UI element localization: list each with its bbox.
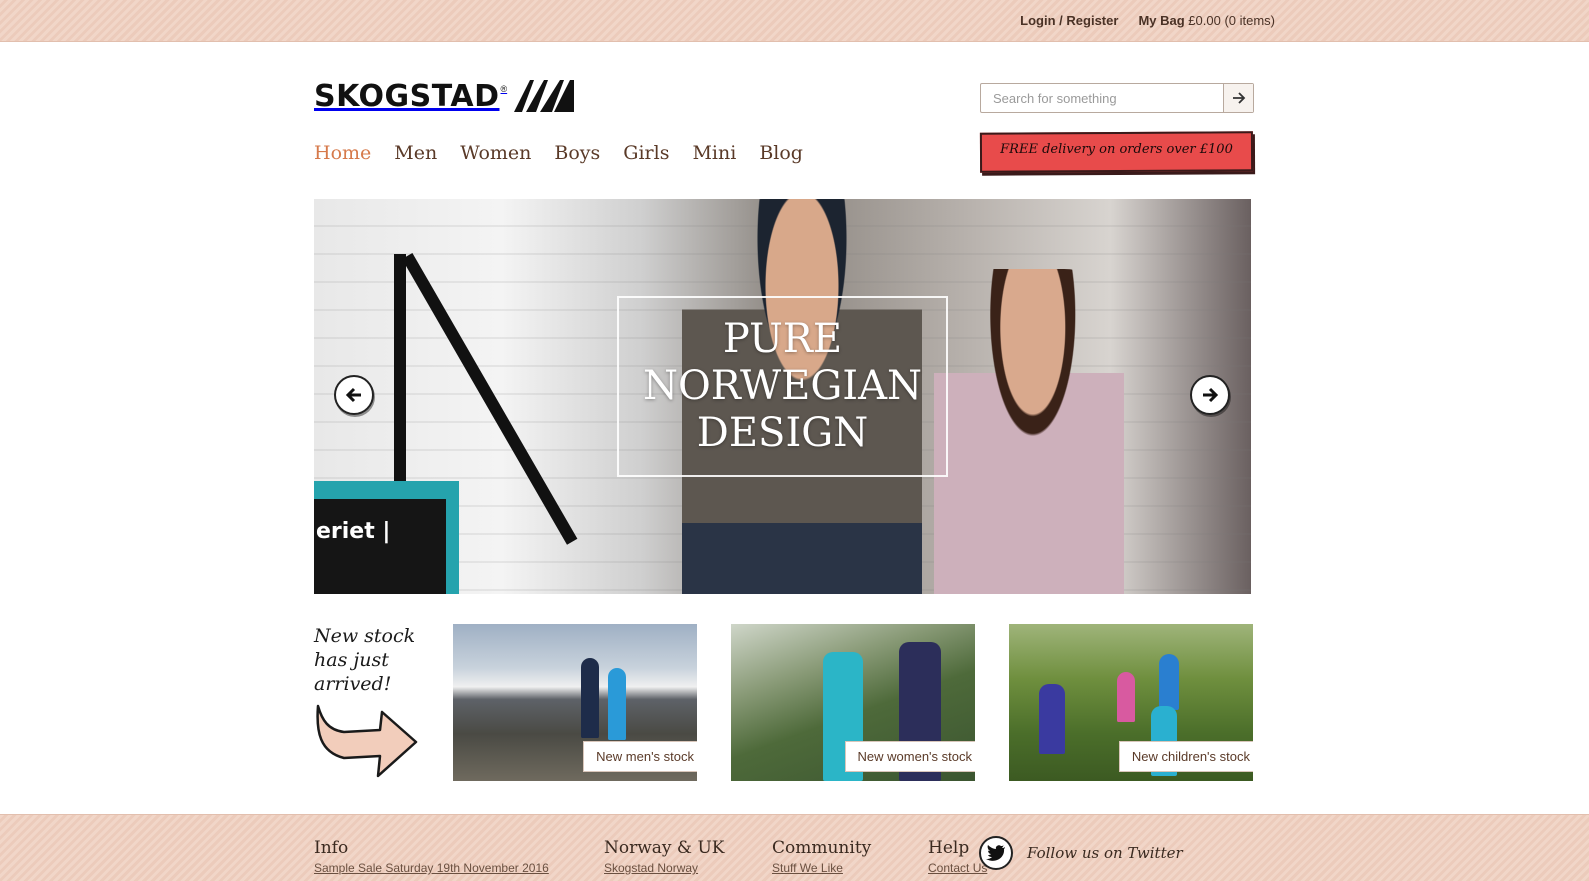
delivery-text: FREE delivery on orders over £100	[1000, 142, 1233, 157]
footer-col-info: Info Sample Sale Saturday 19th November …	[314, 837, 549, 877]
search-submit-button[interactable]	[1223, 84, 1253, 112]
mens-model-right	[608, 668, 626, 740]
arrow-right-icon	[1203, 387, 1219, 403]
my-bag-link[interactable]: My Bag £0.00 (0 items)	[1138, 13, 1275, 28]
nav-men[interactable]: Men	[394, 142, 437, 164]
hero-title: PURE NORWEGIAN DESIGN	[643, 316, 922, 456]
twitter-text: Follow us on Twitter	[1027, 844, 1183, 862]
main-nav: Home Men Women Boys Girls Mini Blog	[314, 142, 803, 164]
footer-col-norway-uk: Norway & UK Skogstad Norway	[604, 837, 725, 877]
login-link[interactable]: Login	[1020, 13, 1055, 28]
hand-drawn-arrow-icon	[316, 704, 418, 778]
twitter-bird-glyph	[986, 845, 1005, 861]
register-link[interactable]: Register	[1066, 13, 1118, 28]
mountains-logo-icon	[514, 80, 575, 112]
search-input[interactable]	[981, 84, 1223, 112]
nav-women[interactable]: Women	[460, 142, 531, 164]
hero-title-box: PURE NORWEGIAN DESIGN	[617, 296, 948, 477]
free-delivery-banner: FREE delivery on orders over £100	[979, 131, 1254, 173]
mens-model-left	[581, 658, 599, 738]
arrow-right-icon	[1232, 92, 1245, 104]
footer-link-stuff-we-like[interactable]: Stuff We Like	[772, 861, 843, 875]
hero-carousel[interactable]: eriet | PURE NORWEGIAN DESIGN	[314, 199, 1251, 594]
top-bar: Login / Register My Bag £0.00 (0 items)	[0, 0, 1589, 42]
search-box	[980, 83, 1254, 113]
new-childrens-stock-tile[interactable]: New children's stock	[1009, 624, 1253, 781]
login-separator: /	[1055, 13, 1067, 28]
tile-label-mens: New men's stock	[583, 741, 697, 772]
new-mens-stock-tile[interactable]: New men's stock	[453, 624, 697, 781]
nav-boys[interactable]: Boys	[554, 142, 600, 164]
nav-mini[interactable]: Mini	[692, 142, 736, 164]
nav-home[interactable]: Home	[314, 142, 371, 164]
footer-link-skogstad-norway[interactable]: Skogstad Norway	[604, 861, 698, 875]
child-model-3	[1159, 654, 1179, 710]
footer-link-sample-sale[interactable]: Sample Sale Saturday 19th November 2016	[314, 861, 549, 875]
bag-label: My Bag	[1138, 13, 1185, 28]
child-model-1	[1039, 684, 1065, 754]
tile-label-womens: New women's stock	[844, 741, 975, 772]
new-womens-stock-tile[interactable]: New women's stock	[731, 624, 975, 781]
child-model-2	[1117, 672, 1135, 722]
footer: Info Sample Sale Saturday 19th November …	[0, 814, 1589, 881]
new-stock-text: New stock has just arrived!	[314, 625, 416, 695]
carousel-next-button[interactable]	[1190, 375, 1230, 415]
carousel-prev-button[interactable]	[334, 375, 374, 415]
account-links: Login / Register My Bag £0.00 (0 items)	[1020, 13, 1275, 28]
footer-heading-community: Community	[772, 838, 872, 858]
bag-value: £0.00 (0 items)	[1188, 13, 1275, 28]
skogstad-logo[interactable]: SKOGSTAD ®	[314, 78, 575, 114]
hero-sign: eriet |	[314, 499, 446, 594]
hero-model-woman	[934, 269, 1124, 594]
nav-blog[interactable]: Blog	[759, 142, 803, 164]
nav-girls[interactable]: Girls	[623, 142, 669, 164]
footer-col-community: Community Stuff We Like	[772, 837, 871, 877]
new-stock-callout: New stock has just arrived!	[314, 624, 429, 787]
follow-twitter-link[interactable]: Follow us on Twitter	[979, 836, 1183, 870]
logo-registered: ®	[500, 84, 508, 94]
tile-label-childrens: New children's stock	[1118, 741, 1253, 772]
twitter-bird-icon	[979, 836, 1013, 870]
footer-heading-info: Info	[314, 838, 349, 858]
logo-text: SKOGSTAD	[314, 79, 500, 114]
arrow-left-icon	[345, 387, 361, 403]
login-register: Login / Register	[1020, 13, 1118, 28]
footer-heading-norway-uk: Norway & UK	[604, 838, 725, 858]
